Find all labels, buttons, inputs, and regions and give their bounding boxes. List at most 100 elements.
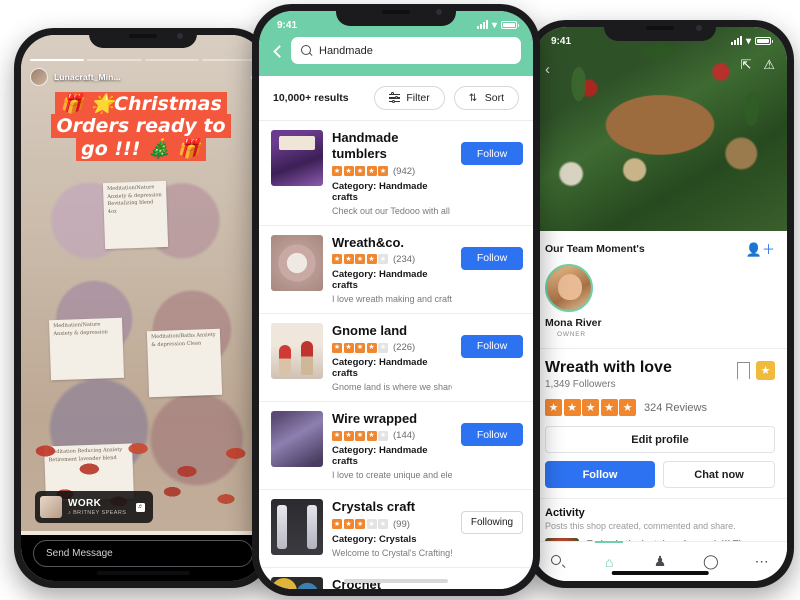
owner-role: OWNER xyxy=(557,331,586,338)
notch xyxy=(89,28,197,48)
award-badge-icon[interactable]: ★ xyxy=(756,361,775,380)
star-icon: ★ xyxy=(332,430,342,441)
review-count: (234) xyxy=(393,253,416,265)
review-count: (99) xyxy=(393,518,410,530)
follow-button[interactable]: Follow xyxy=(461,246,523,270)
tab-more[interactable]: ⋯ xyxy=(736,542,787,581)
shop-block: Wreath with love 1,349 Followers ★ ★ ★ ★ ★ ★… xyxy=(533,349,787,498)
tab-search[interactable] xyxy=(533,542,584,581)
shop-thumbnail xyxy=(271,576,323,589)
shop-category: Category: Handmade crafts xyxy=(332,357,428,379)
back-icon[interactable] xyxy=(271,44,285,58)
album-art xyxy=(40,496,62,518)
tab-chat[interactable]: ◯ xyxy=(685,542,736,581)
team-label: Our Team Moment's xyxy=(545,242,645,255)
edit-profile-button[interactable]: Edit profile xyxy=(545,426,775,453)
warning-icon[interactable]: ⚠ xyxy=(763,57,775,73)
star-icon: ★ xyxy=(355,519,365,529)
music-title: WORK xyxy=(68,498,102,509)
music-sticker[interactable]: WORK ♪ BRITNEY SPEARS ♬ xyxy=(35,491,153,523)
shop-thumbnail xyxy=(271,411,323,467)
follow-button[interactable]: Follow xyxy=(545,461,655,488)
chat-now-button[interactable]: Chat now xyxy=(663,461,775,488)
follow-button[interactable]: Follow xyxy=(461,334,523,358)
right-phone-screen: 9:41 ▾ ‹ ⇱ ⚠ Our Team Moment's 👤＋ Mona R… xyxy=(533,27,787,581)
review-count: (226) xyxy=(393,342,416,353)
tab-profile[interactable]: ♟ xyxy=(635,542,686,581)
star-icon: ★ xyxy=(619,399,636,416)
search-result-row[interactable]: Crystals craft ★ ★ ★ ★ ★ (99) Category: Crystal… xyxy=(259,490,533,568)
back-icon[interactable]: ‹ xyxy=(545,61,550,79)
star-icon: ★ xyxy=(563,399,581,416)
search-results-list[interactable]: Handmade tumblers ★ ★ ★ ★ ★ (942) Category: Han… xyxy=(259,121,533,589)
results-count: 10,000+ results xyxy=(273,92,349,104)
star-icon: ★ xyxy=(343,254,354,265)
shop-category: Category: Crystals xyxy=(332,533,417,545)
star-icon: ★ xyxy=(332,166,342,176)
music-note-icon: ♬ xyxy=(136,502,145,512)
send-message-input[interactable]: Send Message xyxy=(33,539,253,567)
share-icon[interactable]: ⇱ xyxy=(740,57,751,73)
shop-cover-photo: 9:41 ▾ ‹ ⇱ ⚠ xyxy=(533,27,787,231)
search-result-row[interactable]: Wreath&co. ★ ★ ★ ★ ★ (234) Category: Handmade c… xyxy=(259,226,533,314)
shop-description: I love to create unique and elegant desi… xyxy=(332,470,452,481)
shop-category: Category: Handmade crafts xyxy=(332,268,428,291)
shop-thumbnail xyxy=(271,234,323,291)
star-rating: ★ ★ ★ ★ ★ xyxy=(332,342,388,353)
story-progress-bar[interactable] xyxy=(30,59,256,61)
bookmark-icon[interactable] xyxy=(737,362,750,379)
follow-button[interactable]: Follow xyxy=(461,423,523,446)
wifi-icon: ▾ xyxy=(491,19,497,31)
story-user-row[interactable]: Lunacraft_Min... xyxy=(30,68,256,86)
middle-phone-screen: 9:41 ▾ Handmade 10,000+ results Filter ⇅… xyxy=(259,11,533,589)
filter-label: Filter xyxy=(406,92,430,104)
star-icon: ★ xyxy=(366,166,377,176)
cellular-icon xyxy=(730,36,742,45)
search-input[interactable]: Handmade xyxy=(291,37,521,64)
star-icon: ★ xyxy=(366,342,377,353)
star-rating: ★ ★ ★ ★ ★ xyxy=(545,399,636,416)
activity-title: Activity xyxy=(545,507,585,519)
story-header: Lunacraft_Min... xyxy=(21,59,265,86)
star-icon: ★ xyxy=(355,342,365,353)
team-row: Our Team Moment's 👤＋ xyxy=(533,231,787,258)
star-icon: ★ xyxy=(378,166,388,176)
shop-title: Handmade tumblers xyxy=(332,130,399,162)
left-phone-screen: Meditation/Nature Anxiety & depression R… xyxy=(21,35,265,581)
filter-button[interactable]: Filter xyxy=(374,86,445,110)
shop-title: Wire wrapped xyxy=(332,411,418,426)
owner-block[interactable]: Mona River OWNER xyxy=(533,258,787,349)
review-count: (942) xyxy=(393,165,416,177)
follow-button[interactable]: Follow xyxy=(461,588,523,589)
profile-sheet: Our Team Moment's 👤＋ Mona River OWNER Wr… xyxy=(533,231,787,576)
avatar xyxy=(30,68,48,86)
add-person-icon[interactable]: 👤＋ xyxy=(746,239,775,258)
star-icon: ★ xyxy=(355,430,365,441)
story-text-overlay: 🎁 🌟Christmas Orders ready to go !!! 🎄 🎁 xyxy=(31,92,251,161)
home-indicator xyxy=(343,579,449,583)
bottom-tab-bar: ⌂ ♟ ◯ ⋯ xyxy=(533,541,787,581)
search-result-row[interactable]: Handmade tumblers ★ ★ ★ ★ ★ (942) Category: Han… xyxy=(259,121,533,226)
owner-name: Mona River xyxy=(545,317,602,329)
follow-button[interactable]: Follow xyxy=(461,142,523,165)
middle-phone-mockup: 9:41 ▾ Handmade 10,000+ results Filter ⇅… xyxy=(252,4,540,596)
search-result-row[interactable]: Wire wrapped ★ ★ ★ ★ ★ (144) Category: Handmade… xyxy=(259,402,533,491)
star-icon: ★ xyxy=(545,399,562,416)
shop-description: Welcome to Crystal's Crafting! I am just… xyxy=(332,547,452,558)
star-icon: ★ xyxy=(600,399,618,416)
home-indicator xyxy=(611,571,709,575)
shop-thumbnail xyxy=(271,499,323,556)
shop-category: Category: Handmade crafts xyxy=(332,180,428,203)
product-note: Meditation/Nature Anxiety & depression R… xyxy=(102,181,169,250)
star-icon: ★ xyxy=(582,399,599,416)
sort-button[interactable]: ⇅ Sort xyxy=(453,86,519,110)
shop-category: Category: Handmade crafts xyxy=(332,445,428,468)
star-icon: ★ xyxy=(343,342,354,353)
tab-home[interactable]: ⌂ xyxy=(584,541,635,581)
search-result-row[interactable]: Gnome land ★ ★ ★ ★ ★ (226) Category: Handmade c… xyxy=(259,314,533,402)
product-note: Meditation/Nature Anxiety & depression xyxy=(49,317,125,381)
activity-subtitle: Posts this shop created, commented and s… xyxy=(545,521,736,531)
search-value: Handmade xyxy=(319,44,373,57)
following-button[interactable]: Following xyxy=(461,511,523,535)
star-icon: ★ xyxy=(355,254,365,265)
